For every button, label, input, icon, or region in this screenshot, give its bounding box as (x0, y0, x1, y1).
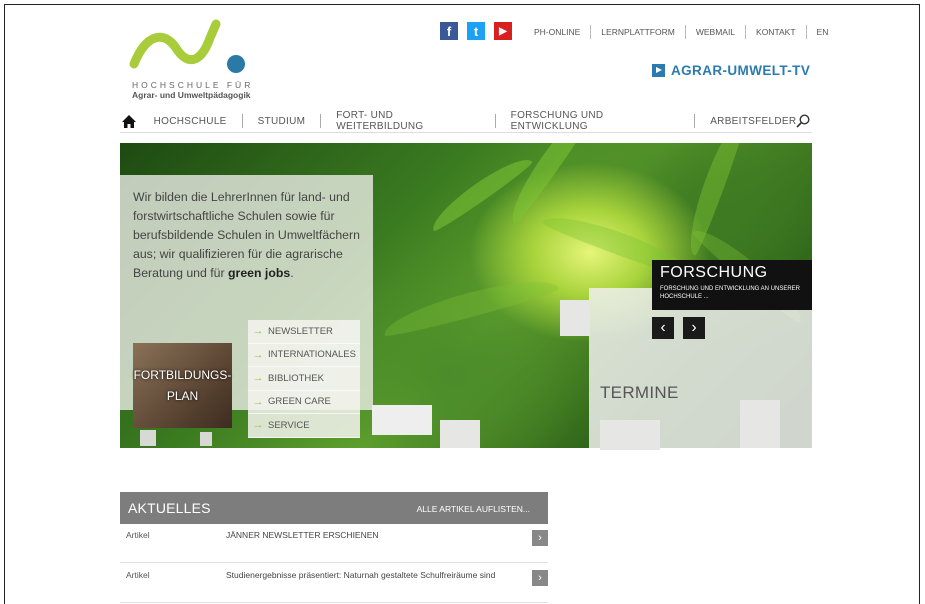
fern-leaf (501, 143, 599, 227)
quicklink-label: INTERNATIONALES (268, 349, 356, 361)
slider-next-button[interactable]: › (683, 317, 705, 339)
arrow-right-icon: → (252, 372, 264, 385)
top-link-webmail[interactable]: WEBMAIL (696, 27, 735, 37)
divider (805, 25, 807, 39)
nav-item-fort-und-weiterbildung[interactable]: FORT- UND WEITERBILDUNG (336, 110, 479, 132)
intro-text: Wir bilden die LehrerInnen für land- und… (133, 188, 365, 283)
news-row[interactable]: Artikel Studienergebnisse präsentiert: N… (120, 566, 548, 603)
chevron-right-icon[interactable]: › (532, 530, 548, 546)
agrar-umwelt-tv-link[interactable]: AGRAR-UMWELT-TV (652, 63, 810, 78)
pixel-block (440, 420, 480, 448)
language-switch-en[interactable]: EN (817, 27, 829, 37)
pixel-block (740, 400, 780, 448)
nav-item-studium[interactable]: STUDIUM (258, 116, 306, 127)
logo-subtitle: Agrar- und Umweltpädagogik (132, 90, 251, 100)
divider (694, 114, 696, 128)
intro-text-bold: green jobs (228, 266, 291, 280)
news-header: AKTUELLES ALLE ARTIKEL AUFLISTEN... (120, 492, 548, 524)
nav-item-arbeitsfelder[interactable]: ARBEITSFELDER (710, 116, 796, 127)
agrar-umwelt-tv-label: AGRAR-UMWELT-TV (671, 63, 811, 78)
fortbildungsplan-label-1: FORTBILDUNGS- (133, 367, 232, 382)
logo-title: HOCHSCHULE FÜR (132, 80, 254, 90)
divider (494, 114, 496, 128)
top-links: PH-ONLINE LERNPLATTFORM WEBMAIL KONTAKT … (534, 25, 828, 39)
quicklink-label: SERVICE (268, 419, 310, 431)
news-row-title: JÄNNER NEWSLETTER ERSCHIENEN (226, 530, 379, 540)
all-articles-link[interactable]: ALLE ARTIKEL AUFLISTEN... (417, 504, 530, 514)
quicklink-label: GREEN CARE (268, 396, 331, 408)
home-icon[interactable] (122, 114, 136, 128)
youtube-icon[interactable]: ▶ (494, 22, 512, 40)
arrow-right-icon: → (252, 348, 264, 361)
fern-leaf (379, 270, 561, 340)
news-row-kind: Artikel (126, 570, 150, 580)
intro-text-end: . (290, 266, 294, 280)
nav-item-hochschule[interactable]: HOCHSCHULE (154, 116, 227, 127)
twitter-icon[interactable]: t (467, 22, 485, 40)
facebook-icon[interactable]: f (440, 22, 458, 40)
fortbildungsplan-label-2: PLAN (166, 388, 199, 403)
slider-prev-button[interactable]: ‹ (652, 317, 674, 339)
divider (745, 25, 747, 39)
play-icon (652, 64, 665, 77)
arrow-right-icon: → (252, 325, 264, 338)
quicklink-service[interactable]: → SERVICE (248, 414, 360, 438)
divider (320, 114, 322, 128)
quicklink-label: NEWSLETTER (268, 325, 333, 337)
forschung-title: FORSCHUNG (660, 264, 768, 281)
nav-item-forschung[interactable]: FORSCHUNG UND ENTWICKLUNG (511, 110, 680, 132)
quicklink-green-care[interactable]: → GREEN CARE (248, 390, 360, 414)
top-link-ph-online[interactable]: PH-ONLINE (534, 27, 580, 37)
pixel-block (372, 405, 432, 435)
top-link-lernplattform[interactable]: LERNPLATTFORM (601, 27, 675, 37)
search-icon[interactable] (796, 114, 810, 128)
divider (590, 25, 592, 39)
chevron-right-icon[interactable]: › (532, 570, 548, 586)
quicklink-label: BIBLIOTHEK (268, 372, 324, 384)
quicklink-newsletter[interactable]: → NEWSLETTER (248, 320, 360, 344)
pixel-block (200, 432, 212, 446)
news-row-title: Studienergebnisse präsentiert: Naturnah … (226, 570, 496, 580)
divider (241, 114, 243, 128)
arrow-right-icon: → (252, 419, 264, 432)
forschung-subtitle: FORSCHUNG UND ENTWICKLUNG AN UNSERER HOC… (660, 286, 801, 300)
news-title: AKTUELLES (128, 500, 211, 516)
logo-icon[interactable] (128, 18, 248, 80)
fortbildungsplan-button[interactable]: FORTBILDUNGS- PLAN (133, 343, 232, 428)
quicklink-bibliothek[interactable]: → BIBLIOTHEK (248, 367, 360, 391)
divider (684, 25, 686, 39)
forschung-box[interactable]: FORSCHUNG FORSCHUNG UND ENTWICKLUNG AN U… (652, 260, 812, 310)
pixel-block (140, 430, 156, 446)
quicklink-internationales[interactable]: → INTERNATIONALES (248, 343, 360, 367)
pixel-block (600, 420, 660, 450)
news-row[interactable]: Artikel JÄNNER NEWSLETTER ERSCHIENEN › (120, 526, 548, 563)
arrow-right-icon: → (252, 395, 264, 408)
pixel-block (560, 300, 590, 336)
news-row-kind: Artikel (126, 530, 150, 540)
quick-links: → NEWSLETTER → INTERNATIONALES → BIBLIOTHEK… (248, 320, 360, 438)
termine-title[interactable]: TERMINE (600, 383, 679, 403)
main-nav: HOCHSCHULE STUDIUM FORT- UND WEITERBILDU… (120, 110, 812, 133)
top-link-kontakt[interactable]: KONTAKT (756, 27, 796, 37)
